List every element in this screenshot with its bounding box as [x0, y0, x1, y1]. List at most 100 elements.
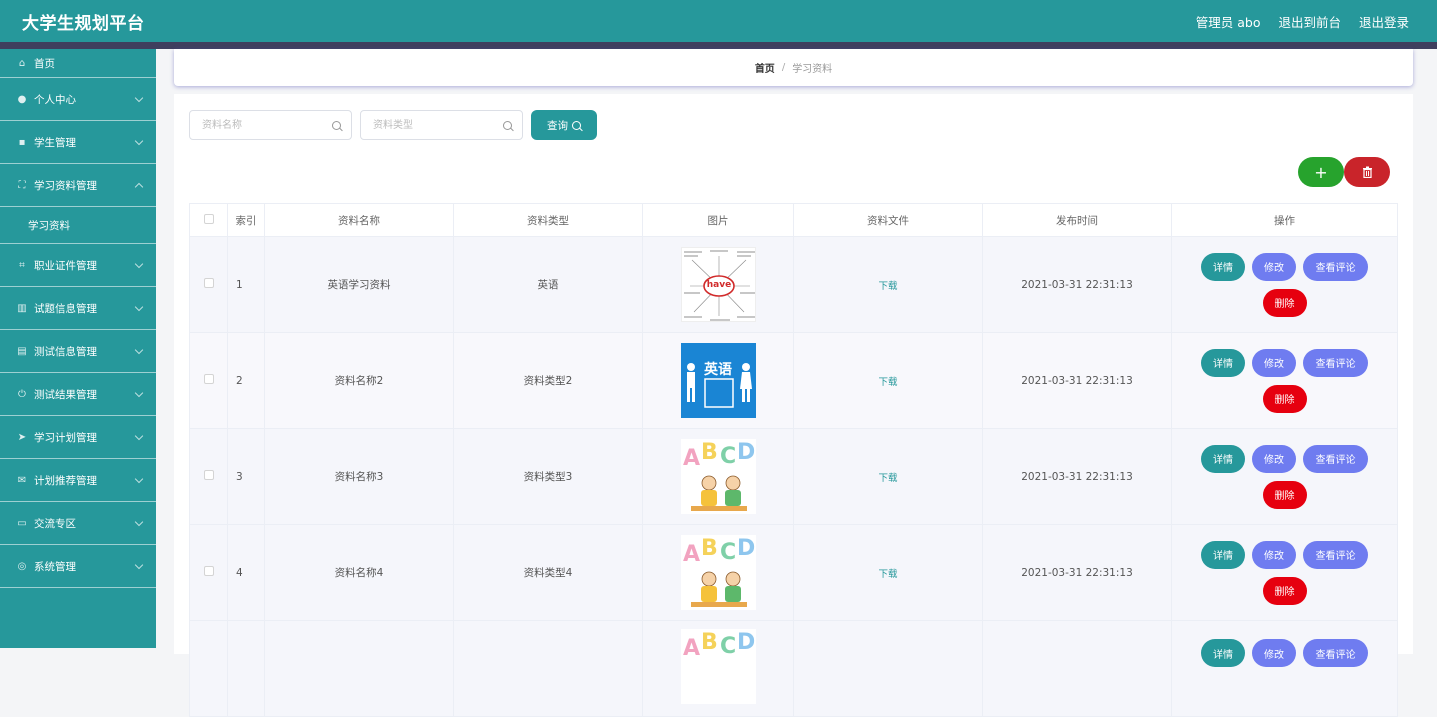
download-link[interactable]: 下载	[878, 473, 897, 484]
header-accent-bar	[0, 42, 1437, 49]
col-name: 资料名称	[264, 203, 454, 237]
send-icon: ➤	[17, 431, 27, 443]
chevron-down-icon	[134, 259, 144, 269]
sidebar-item-label: 计划推荐管理	[34, 474, 97, 487]
row-type	[453, 620, 643, 717]
sidebar-item-plans[interactable]: ➤ 学习计划管理	[0, 416, 156, 459]
view-comments-button[interactable]: 查看评论	[1303, 348, 1368, 377]
row-checkbox[interactable]	[203, 374, 214, 384]
row-select-cell	[189, 524, 228, 621]
abc-kids-thumbnail: A B C D	[680, 629, 756, 704]
sidebar-item-forum[interactable]: ▭ 交流专区	[0, 502, 156, 545]
detail-button[interactable]: 详情	[1201, 252, 1245, 281]
chevron-down-icon	[134, 302, 144, 312]
sidebar-item-results[interactable]: ⏻ 测试结果管理	[0, 373, 156, 416]
select-all-checkbox[interactable]	[203, 213, 214, 224]
sidebar-item-recommend[interactable]: ✉ 计划推荐管理	[0, 459, 156, 502]
chevron-down-icon	[134, 474, 144, 484]
thumbnail-word: 英语	[704, 362, 732, 378]
add-button[interactable]: +	[1298, 157, 1344, 187]
col-actions: 操作	[1171, 203, 1398, 237]
sidebar-item-tests[interactable]: ▤ 测试信息管理	[0, 330, 156, 373]
query-button[interactable]: 查询	[531, 110, 597, 140]
type-search-input[interactable]	[371, 118, 491, 132]
edit-button[interactable]: 修改	[1252, 348, 1296, 377]
batch-delete-button[interactable]	[1344, 157, 1390, 187]
edit-button[interactable]: 修改	[1252, 444, 1296, 473]
delete-button[interactable]: 删除	[1262, 384, 1307, 413]
download-link[interactable]: 下载	[878, 281, 897, 292]
edit-button[interactable]: 修改	[1252, 252, 1296, 281]
view-comments-button[interactable]: 查看评论	[1303, 639, 1368, 667]
row-select-cell	[189, 332, 228, 429]
back-to-front-link[interactable]: 退出到前台	[1278, 12, 1341, 31]
table-row: 2 资料名称2 资料类型2 英语 下载 2021-03-31 22:31:13 …	[189, 332, 1398, 429]
sidebar-item-label: 学习计划管理	[34, 431, 97, 444]
sidebar-item-home[interactable]: ⌂ 首页	[0, 49, 156, 78]
sidebar-item-certificates[interactable]: ⌗ 职业证件管理	[0, 244, 156, 287]
sidebar-item-materials[interactable]: ⛶ 学习资料管理	[0, 164, 156, 207]
detail-button[interactable]: 详情	[1201, 348, 1245, 377]
row-actions: 详情 修改 查看评论 删除	[1171, 524, 1398, 621]
sidebar-item-personal[interactable]: ● 个人中心	[0, 78, 156, 121]
row-checkbox[interactable]	[203, 278, 214, 288]
abc-kids-thumbnail: A B C D	[680, 439, 756, 514]
row-actions: 详情 修改 查看评论 删除	[1171, 236, 1398, 333]
col-type: 资料类型	[453, 203, 643, 237]
breadcrumb-home[interactable]: 首页	[755, 60, 775, 75]
row-checkbox[interactable]	[203, 566, 214, 576]
image-icon: ▤	[17, 345, 27, 357]
sidebar-item-students[interactable]: ▪ 学生管理	[0, 121, 156, 164]
type-search-field	[360, 110, 523, 140]
view-comments-button[interactable]: 查看评论	[1303, 252, 1368, 281]
row-index	[227, 620, 265, 717]
view-comments-button[interactable]: 查看评论	[1303, 540, 1368, 569]
sidebar-item-label: 测试结果管理	[34, 388, 97, 401]
svg-text:C: C	[720, 540, 736, 565]
row-file-cell: 下载	[793, 524, 983, 621]
logout-link[interactable]: 退出登录	[1359, 12, 1409, 31]
table-row: 1 英语学习资料 英语 have 下载 2021-03-31 22:31:13 …	[189, 236, 1398, 333]
svg-text:B: B	[701, 536, 718, 561]
delete-button[interactable]: 删除	[1262, 288, 1307, 317]
col-index: 索引	[227, 203, 265, 237]
name-search-input[interactable]	[200, 118, 320, 132]
row-type: 资料类型2	[453, 332, 643, 429]
mail-icon: ✉	[17, 474, 27, 486]
sidebar-item-label: 系统管理	[34, 560, 76, 573]
chevron-up-icon	[134, 182, 144, 192]
row-select-cell	[189, 428, 228, 525]
sidebar-item-system[interactable]: ◎ 系统管理	[0, 545, 156, 588]
admin-user[interactable]: 管理员 abo	[1196, 12, 1261, 31]
row-time: 2021-03-31 22:31:13	[982, 428, 1172, 525]
expand-icon: ⛶	[18, 179, 26, 191]
edit-button[interactable]: 修改	[1252, 639, 1296, 667]
crop-icon: ⌗	[19, 259, 25, 271]
sidebar-subitem-materials[interactable]: 学习资料	[0, 207, 156, 244]
row-index: 4	[227, 524, 265, 621]
row-type: 资料类型3	[453, 428, 643, 525]
edit-button[interactable]: 修改	[1252, 540, 1296, 569]
row-file-cell: 下载	[793, 428, 983, 525]
delete-button[interactable]: 删除	[1262, 480, 1307, 509]
main-area: 首页 / 学习资料 查询 +	[174, 49, 1413, 717]
app-title: 大学生规划平台	[22, 13, 145, 34]
download-link[interactable]: 下载	[878, 569, 897, 580]
sidebar-item-label: 学习资料管理	[34, 179, 97, 192]
detail-button[interactable]: 详情	[1201, 639, 1245, 667]
row-checkbox[interactable]	[203, 470, 214, 480]
sidebar-item-label: 交流专区	[34, 517, 76, 530]
detail-button[interactable]: 详情	[1201, 444, 1245, 473]
chevron-down-icon	[134, 345, 144, 355]
col-image: 图片	[642, 203, 794, 237]
download-link[interactable]: 下载	[878, 377, 897, 388]
sidebar-item-questions[interactable]: ▥ 试题信息管理	[0, 287, 156, 330]
row-type: 资料类型4	[453, 524, 643, 621]
detail-button[interactable]: 详情	[1201, 540, 1245, 569]
row-name: 资料名称4	[264, 524, 454, 621]
delete-button[interactable]: 删除	[1262, 576, 1307, 605]
table-row: 3 资料名称3 资料类型3 A B C D 下载 2021-03-31 22:3…	[189, 428, 1398, 525]
sidebar-item-label: 学生管理	[34, 136, 76, 149]
sidebar-item-label: 试题信息管理	[34, 302, 97, 315]
view-comments-button[interactable]: 查看评论	[1303, 444, 1368, 473]
